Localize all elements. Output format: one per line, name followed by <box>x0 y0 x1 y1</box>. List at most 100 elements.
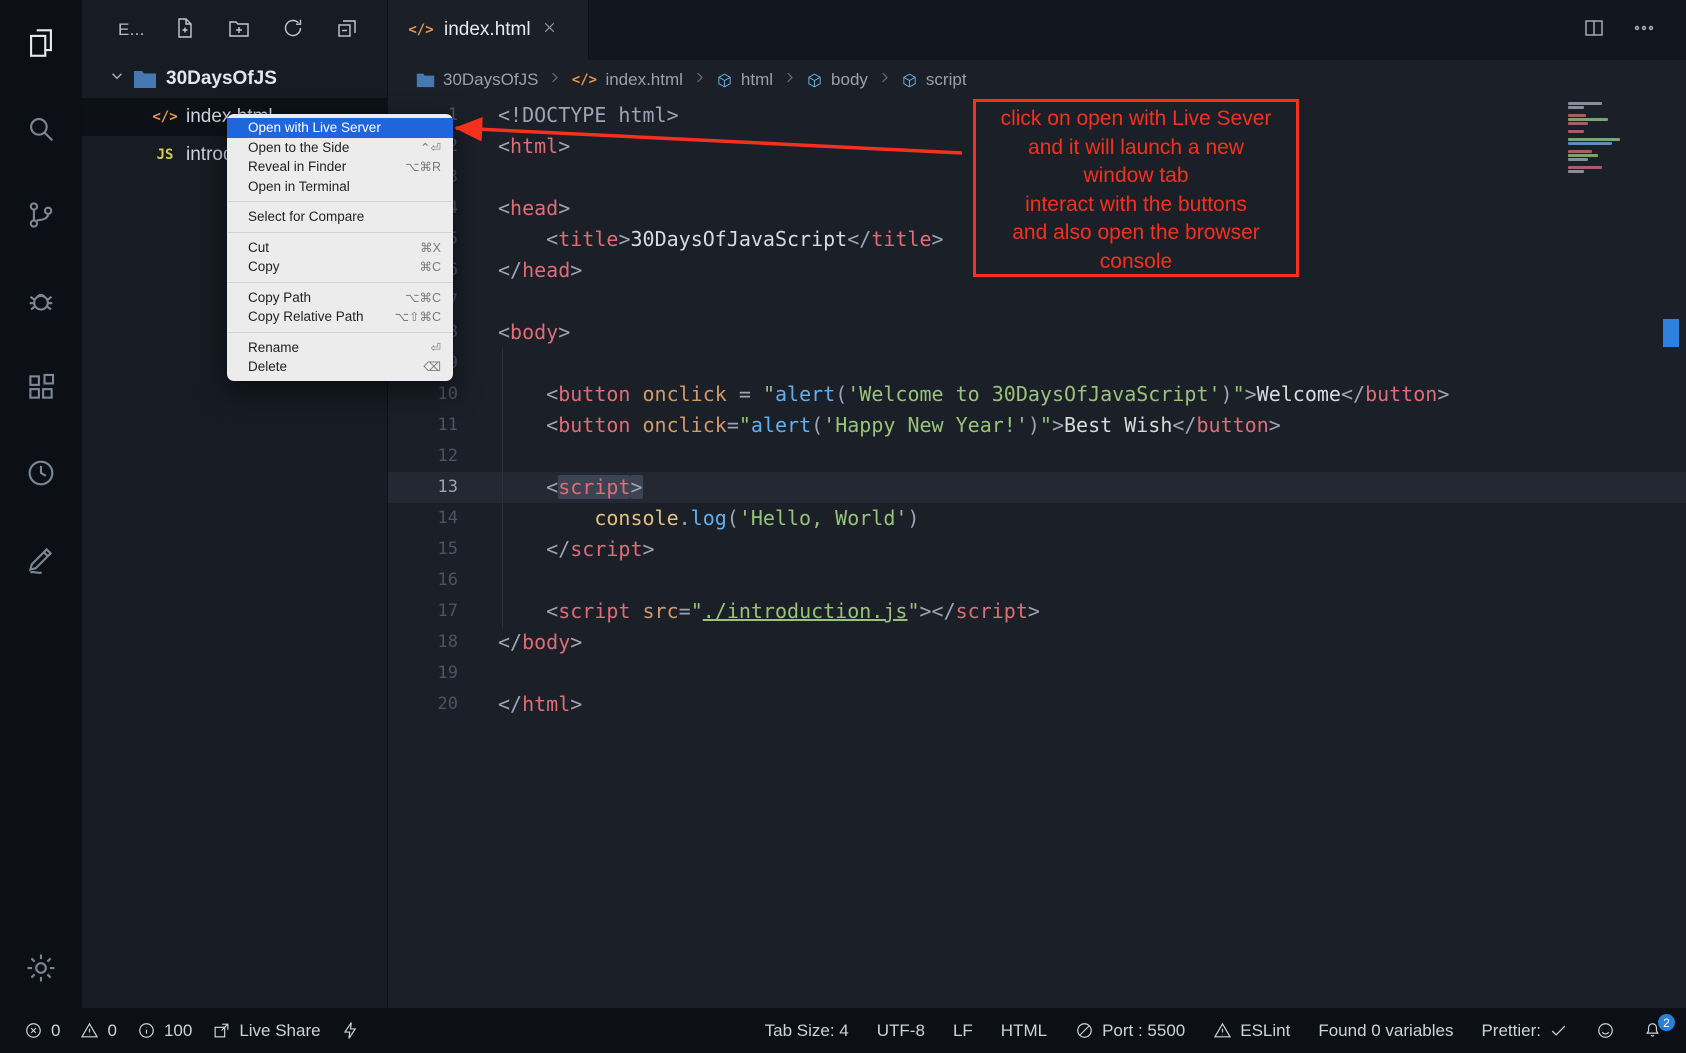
code-line[interactable]: 9 <box>388 348 1686 379</box>
chevron-right-icon <box>877 70 892 90</box>
breadcrumb-item-html[interactable]: html <box>716 70 773 90</box>
html-file-icon: </> <box>408 22 434 38</box>
symbol-cube-icon <box>806 72 823 89</box>
close-icon[interactable] <box>541 19 558 42</box>
breadcrumb-item-file[interactable]: </> index.html <box>571 70 682 90</box>
menu-separator <box>228 232 452 233</box>
breadcrumb-item-script[interactable]: script <box>901 70 967 90</box>
html-file-icon: </> <box>571 72 597 88</box>
code-line[interactable]: 8<body> <box>388 317 1686 348</box>
live-share-button[interactable]: Live Share <box>212 1021 320 1041</box>
menu-item-rename[interactable]: Rename⏎ <box>227 338 453 358</box>
settings-gear-icon[interactable] <box>13 940 69 996</box>
tab-size-indicator[interactable]: Tab Size: 4 <box>765 1021 849 1041</box>
code-line[interactable]: 7 <box>388 286 1686 317</box>
error-icon <box>24 1021 43 1040</box>
notification-badge: 2 <box>1658 1014 1675 1031</box>
menu-item-copy-relative-path[interactable]: Copy Relative Path⌥⇧⌘C <box>227 307 453 327</box>
problems-errors[interactable]: 0 <box>24 1021 60 1041</box>
warning-icon <box>80 1021 99 1040</box>
menu-separator <box>228 282 452 283</box>
explorer-header: E... <box>82 0 387 60</box>
code-line[interactable]: 11 <button onclick="alert('Happy New Yea… <box>388 410 1686 441</box>
minimap[interactable] <box>1568 102 1660 173</box>
js-file-icon: JS <box>152 147 178 163</box>
explorer-title: E... <box>118 20 145 40</box>
menu-item-copy-path[interactable]: Copy Path⌥⌘C <box>227 288 453 308</box>
menu-item-open-in-terminal[interactable]: Open in Terminal <box>227 177 453 197</box>
notifications-bell-icon[interactable]: 2 <box>1643 1021 1662 1040</box>
more-actions-icon[interactable] <box>1632 16 1656 45</box>
source-control-icon[interactable] <box>13 187 69 243</box>
chevron-right-icon <box>547 70 562 90</box>
new-file-icon[interactable] <box>173 16 197 45</box>
new-folder-icon[interactable] <box>227 16 251 45</box>
refresh-icon[interactable] <box>281 16 305 45</box>
encoding-indicator[interactable]: UTF-8 <box>877 1021 925 1041</box>
activity-bar <box>0 0 82 1008</box>
problems-warnings[interactable]: 0 <box>80 1021 116 1041</box>
pen-tool-icon[interactable] <box>13 531 69 587</box>
breadcrumb-item-folder[interactable]: 30DaysOfJS <box>416 70 538 90</box>
status-bar: 0 0 100 Live Share Tab Size: 4 UTF-8 LF … <box>0 1008 1686 1053</box>
feedback-smiley-icon[interactable] <box>1596 1021 1615 1040</box>
folder-icon <box>132 69 158 89</box>
flash-icon[interactable] <box>341 1021 360 1040</box>
chevron-right-icon <box>782 70 797 90</box>
menu-item-reveal-in-finder[interactable]: Reveal in Finder⌥⌘R <box>227 157 453 177</box>
context-menu: Open with Live Server Open to the Side⌃⏎… <box>227 114 453 381</box>
code-line[interactable]: 20</html> <box>388 689 1686 720</box>
history-clock-icon[interactable] <box>13 445 69 501</box>
folder-icon <box>416 72 435 88</box>
collapse-all-icon[interactable] <box>335 16 359 45</box>
menu-item-cut[interactable]: Cut⌘X <box>227 238 453 258</box>
tab-index-html[interactable]: </> index.html <box>388 0 589 60</box>
code-line[interactable]: 14 console.log('Hello, World') <box>388 503 1686 534</box>
share-icon <box>212 1021 231 1040</box>
info-count[interactable]: 100 <box>137 1021 192 1041</box>
slash-circle-icon <box>1075 1021 1094 1040</box>
root-folder-label: 30DaysOfJS <box>166 68 277 90</box>
code-line[interactable]: 17 <script src="./introduction.js"></scr… <box>388 596 1686 627</box>
explorer-icon[interactable] <box>13 15 69 71</box>
menu-item-delete[interactable]: Delete⌫ <box>227 357 453 377</box>
menu-item-copy[interactable]: Copy⌘C <box>227 257 453 277</box>
annotation-note: click on open with Live Sever and it wil… <box>973 99 1299 277</box>
symbol-cube-icon <box>901 72 918 89</box>
warning-icon <box>1213 1021 1232 1040</box>
language-indicator[interactable]: HTML <box>1001 1021 1047 1041</box>
search-icon[interactable] <box>13 101 69 157</box>
variables-indicator[interactable]: Found 0 variables <box>1318 1021 1453 1041</box>
code-line[interactable]: 19 <box>388 658 1686 689</box>
debug-icon[interactable] <box>13 273 69 329</box>
code-line[interactable]: 16 <box>388 565 1686 596</box>
chevron-right-icon <box>692 70 707 90</box>
vscode-window: E... <box>0 0 1686 1053</box>
html-file-icon: </> <box>152 109 178 125</box>
code-line[interactable]: 18</body> <box>388 627 1686 658</box>
chevron-down-icon <box>108 67 126 91</box>
extensions-icon[interactable] <box>13 359 69 415</box>
menu-separator <box>228 201 452 202</box>
scrollbar-decoration[interactable] <box>1663 319 1679 347</box>
code-line[interactable]: 10 <button onclick = "alert('Welcome to … <box>388 379 1686 410</box>
prettier-indicator[interactable]: Prettier: <box>1481 1021 1568 1041</box>
menu-item-open-to-the-side[interactable]: Open to the Side⌃⏎ <box>227 138 453 158</box>
port-indicator[interactable]: Port : 5500 <box>1075 1021 1185 1041</box>
code-line[interactable]: 12 <box>388 441 1686 472</box>
info-icon <box>137 1021 156 1040</box>
menu-item-select-for-compare[interactable]: Select for Compare <box>227 207 453 227</box>
code-line[interactable]: 15 </script> <box>388 534 1686 565</box>
code-line[interactable]: 13 <script> <box>388 472 1686 503</box>
indent-guide <box>502 348 503 628</box>
split-editor-icon[interactable] <box>1582 16 1606 45</box>
menu-separator <box>228 332 452 333</box>
menu-item-open-with-live-server[interactable]: Open with Live Server <box>227 118 453 138</box>
breadcrumb-item-body[interactable]: body <box>806 70 868 90</box>
tab-bar: </> index.html <box>388 0 1686 60</box>
check-icon <box>1549 1021 1568 1040</box>
eol-indicator[interactable]: LF <box>953 1021 973 1041</box>
eslint-indicator[interactable]: ESLint <box>1213 1021 1290 1041</box>
tree-root-folder[interactable]: 30DaysOfJS <box>82 60 387 98</box>
breadcrumb: 30DaysOfJS </> index.html html body <box>388 60 1686 100</box>
